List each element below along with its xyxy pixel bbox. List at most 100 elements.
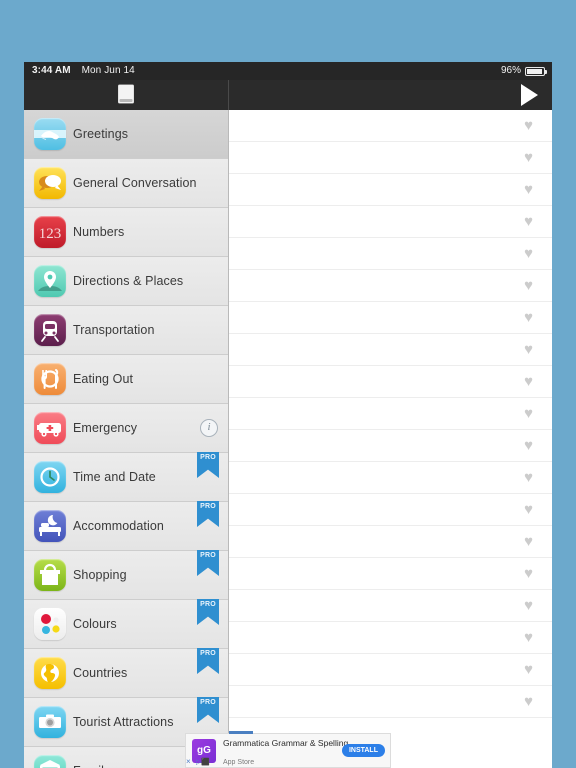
camera-icon xyxy=(34,706,66,738)
sidebar-item-emergency[interactable]: Emergency i xyxy=(24,404,228,453)
heart-icon[interactable]: ♥ xyxy=(524,598,533,613)
heart-icon[interactable]: ♥ xyxy=(524,662,533,677)
battery-percent: 96% xyxy=(500,65,521,76)
phrase-row[interactable]: ♥ xyxy=(229,206,552,238)
sidebar-item-label: Directions & Places xyxy=(73,274,184,288)
pro-badge-icon[interactable]: PRO xyxy=(197,550,219,576)
bed-icon xyxy=(34,510,66,542)
sidebar-item-greetings[interactable]: Greetings xyxy=(24,110,228,159)
heart-icon[interactable]: ♥ xyxy=(524,246,533,261)
pro-badge-label: PRO xyxy=(200,699,216,706)
pro-badge-icon[interactable]: PRO xyxy=(197,501,219,527)
tablet-device-frame: 3:44 AM Mon Jun 14 96% Greetings General … xyxy=(24,62,552,768)
handshake-icon xyxy=(34,118,66,150)
adchoices-icon[interactable]: ▷⬛ xyxy=(196,759,210,766)
phrase-detail-panel[interactable]: ♥ ♥ ♥ ♥ ♥ ♥ ♥ ♥ ♥ ♥ ♥ ♥ ♥ ♥ ♥ ♥ ♥ ♥ ♥ xyxy=(229,110,552,768)
pro-badge-label: PRO xyxy=(200,650,216,657)
phrase-row[interactable]: ♥ xyxy=(229,494,552,526)
color-dots-icon xyxy=(34,608,66,640)
heart-icon[interactable]: ♥ xyxy=(524,534,533,549)
pro-badge-label: PRO xyxy=(200,601,216,608)
globe-icon xyxy=(34,657,66,689)
sidebar-item-label: Tourist Attractions xyxy=(73,715,174,729)
heart-icon[interactable]: ♥ xyxy=(524,214,533,229)
heart-icon[interactable]: ♥ xyxy=(524,278,533,293)
sidebar-item-eating-out[interactable]: Eating Out xyxy=(24,355,228,404)
heart-icon[interactable]: ♥ xyxy=(524,118,533,133)
heart-icon[interactable]: ♥ xyxy=(524,374,533,389)
ad-title: Grammatica Grammar & Spelling xyxy=(223,737,349,748)
phrase-row[interactable]: ♥ xyxy=(229,398,552,430)
sidebar-item-colours[interactable]: Colours PRO xyxy=(24,599,228,649)
sidebar-item-label: Time and Date xyxy=(73,470,156,484)
category-sidebar[interactable]: Greetings General Conversation 123 Numbers D… xyxy=(24,110,229,768)
sidebar-item-transportation[interactable]: Transportation xyxy=(24,306,228,355)
map-pin-icon xyxy=(34,265,66,297)
heart-icon[interactable]: ♥ xyxy=(524,630,533,645)
main-split-view: Greetings General Conversation 123 Numbers D… xyxy=(24,110,552,768)
sidebar-item-label: Emergency xyxy=(73,421,138,435)
status-bar-right: 96% xyxy=(500,62,547,80)
ad-close-icon[interactable]: × xyxy=(186,758,191,766)
phrase-row[interactable]: ♥ xyxy=(229,590,552,622)
sidebar-item-time-and-date[interactable]: Time and Date PRO xyxy=(24,452,228,502)
heart-icon[interactable]: ♥ xyxy=(524,438,533,453)
train-icon xyxy=(34,314,66,346)
heart-icon[interactable]: ♥ xyxy=(524,502,533,517)
heart-icon[interactable]: ♥ xyxy=(524,342,533,357)
pro-badge-icon[interactable]: PRO xyxy=(197,648,219,674)
battery-icon xyxy=(525,66,547,76)
book-icon[interactable] xyxy=(118,85,134,103)
heart-icon[interactable]: ♥ xyxy=(524,182,533,197)
pro-badge-label: PRO xyxy=(200,503,216,510)
phrase-row[interactable]: ♥ xyxy=(229,622,552,654)
phrase-row[interactable]: ♥ xyxy=(229,110,552,142)
heart-icon[interactable]: ♥ xyxy=(524,406,533,421)
ambulance-icon xyxy=(34,412,66,444)
play-icon[interactable] xyxy=(521,84,538,106)
phrase-row[interactable]: ♥ xyxy=(229,334,552,366)
phrase-row[interactable]: ♥ xyxy=(229,462,552,494)
heart-icon[interactable]: ♥ xyxy=(524,566,533,581)
ad-install-button[interactable]: INSTALL xyxy=(341,744,385,757)
ad-banner[interactable]: gG Grammatica Grammar & Spelling App Sto… xyxy=(185,731,391,768)
sidebar-item-shopping[interactable]: Shopping PRO xyxy=(24,550,228,600)
phrase-row[interactable]: ♥ xyxy=(229,526,552,558)
pro-badge-icon[interactable]: PRO xyxy=(197,697,219,723)
pro-badge-icon[interactable]: PRO xyxy=(197,599,219,625)
shopping-bag-icon xyxy=(34,559,66,591)
sidebar-item-accommodation[interactable]: Accommodation PRO xyxy=(24,501,228,551)
svg-text:123: 123 xyxy=(39,226,62,242)
clock-icon xyxy=(34,461,66,493)
heart-icon[interactable]: ♥ xyxy=(524,310,533,325)
heart-icon[interactable]: ♥ xyxy=(524,470,533,485)
phrase-row[interactable]: ♥ xyxy=(229,654,552,686)
heart-icon[interactable]: ♥ xyxy=(524,694,533,709)
sidebar-item-label: Shopping xyxy=(73,568,127,582)
sidebar-item-label: General Conversation xyxy=(73,176,197,190)
ad-subtitle: App Store xyxy=(223,758,255,766)
phrase-row[interactable]: ♥ xyxy=(229,174,552,206)
sidebar-item-general-conversation[interactable]: General Conversation xyxy=(24,159,228,208)
sidebar-item-numbers[interactable]: 123 Numbers xyxy=(24,208,228,257)
info-icon[interactable]: i xyxy=(200,419,218,437)
navbar-left-section xyxy=(24,80,229,110)
phrase-row[interactable]: ♥ xyxy=(229,430,552,462)
phrase-row[interactable]: ♥ xyxy=(229,558,552,590)
phrase-row[interactable]: ♥ xyxy=(229,366,552,398)
phrase-row[interactable]: ♥ xyxy=(229,238,552,270)
heart-icon[interactable]: ♥ xyxy=(524,150,533,165)
sidebar-item-directions-places[interactable]: Directions & Places xyxy=(24,257,228,306)
pro-badge-label: PRO xyxy=(200,552,216,559)
status-bar-left: 3:44 AM Mon Jun 14 xyxy=(32,62,135,80)
sidebar-item-label: Accommodation xyxy=(73,519,164,533)
sidebar-item-label: Family xyxy=(73,764,110,768)
phrase-row[interactable]: ♥ xyxy=(229,302,552,334)
pro-badge-icon[interactable]: PRO xyxy=(197,452,219,478)
sidebar-item-label: Colours xyxy=(73,617,117,631)
phrase-row[interactable]: ♥ xyxy=(229,686,552,718)
page-background: 3:44 AM Mon Jun 14 96% Greetings General … xyxy=(0,0,576,768)
phrase-row[interactable]: ♥ xyxy=(229,270,552,302)
sidebar-item-countries[interactable]: Countries PRO xyxy=(24,648,228,698)
phrase-row[interactable]: ♥ xyxy=(229,142,552,174)
